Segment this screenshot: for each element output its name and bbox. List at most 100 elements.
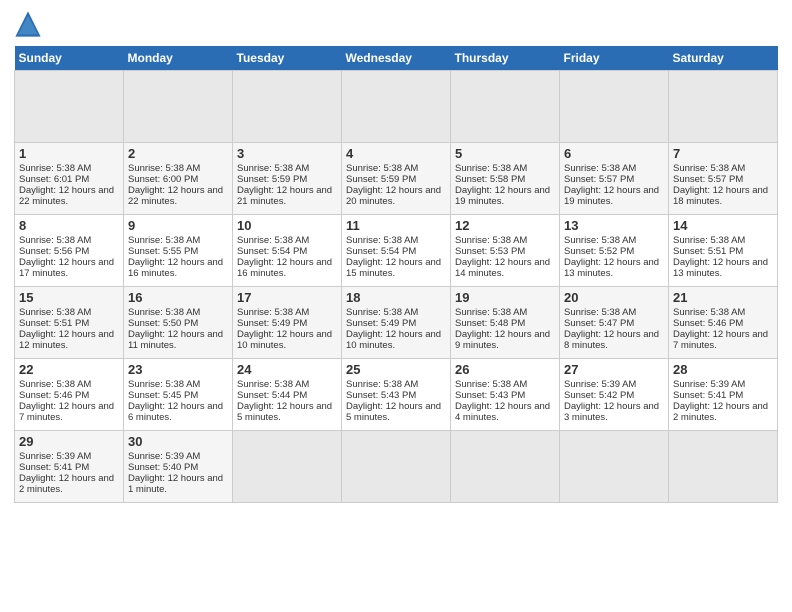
col-tuesday: Tuesday xyxy=(233,46,342,71)
day-number: 30 xyxy=(128,434,228,449)
day-number: 24 xyxy=(237,362,337,377)
calendar-cell: 2 Sunrise: 5:38 AM Sunset: 6:00 PM Dayli… xyxy=(124,143,233,215)
sunset-label: Sunset: 5:54 PM xyxy=(346,246,416,257)
sunrise-label: Sunrise: 5:38 AM xyxy=(128,379,200,390)
sunrise-label: Sunrise: 5:38 AM xyxy=(673,235,745,246)
daylight-label: Daylight: 12 hours and 22 minutes. xyxy=(128,185,223,207)
sunrise-label: Sunrise: 5:38 AM xyxy=(673,163,745,174)
sunset-label: Sunset: 5:46 PM xyxy=(19,390,89,401)
day-number: 18 xyxy=(346,290,446,305)
daylight-label: Daylight: 12 hours and 11 minutes. xyxy=(128,329,223,351)
calendar-cell: 12 Sunrise: 5:38 AM Sunset: 5:53 PM Dayl… xyxy=(451,215,560,287)
calendar-cell xyxy=(669,431,778,503)
calendar-week-row: 29 Sunrise: 5:39 AM Sunset: 5:41 PM Dayl… xyxy=(15,431,778,503)
day-number: 14 xyxy=(673,218,773,233)
day-number: 9 xyxy=(128,218,228,233)
calendar-cell: 26 Sunrise: 5:38 AM Sunset: 5:43 PM Dayl… xyxy=(451,359,560,431)
calendar-week-row: 15 Sunrise: 5:38 AM Sunset: 5:51 PM Dayl… xyxy=(15,287,778,359)
sunset-label: Sunset: 5:40 PM xyxy=(128,462,198,473)
daylight-label: Daylight: 12 hours and 18 minutes. xyxy=(673,185,768,207)
day-number: 15 xyxy=(19,290,119,305)
daylight-label: Daylight: 12 hours and 3 minutes. xyxy=(564,401,659,423)
calendar-cell: 28 Sunrise: 5:39 AM Sunset: 5:41 PM Dayl… xyxy=(669,359,778,431)
calendar-cell xyxy=(560,431,669,503)
sunset-label: Sunset: 5:57 PM xyxy=(564,174,634,185)
calendar-cell: 5 Sunrise: 5:38 AM Sunset: 5:58 PM Dayli… xyxy=(451,143,560,215)
sunrise-label: Sunrise: 5:38 AM xyxy=(237,163,309,174)
col-wednesday: Wednesday xyxy=(342,46,451,71)
day-number: 29 xyxy=(19,434,119,449)
calendar-cell xyxy=(560,71,669,143)
calendar-cell xyxy=(342,71,451,143)
sunrise-label: Sunrise: 5:38 AM xyxy=(564,307,636,318)
sunset-label: Sunset: 5:51 PM xyxy=(673,246,743,257)
calendar-cell xyxy=(233,431,342,503)
daylight-label: Daylight: 12 hours and 10 minutes. xyxy=(346,329,441,351)
day-number: 1 xyxy=(19,146,119,161)
day-number: 20 xyxy=(564,290,664,305)
calendar-cell xyxy=(233,71,342,143)
calendar-cell: 20 Sunrise: 5:38 AM Sunset: 5:47 PM Dayl… xyxy=(560,287,669,359)
sunset-label: Sunset: 5:51 PM xyxy=(19,318,89,329)
page-container: Sunday Monday Tuesday Wednesday Thursday… xyxy=(0,0,792,513)
daylight-label: Daylight: 12 hours and 2 minutes. xyxy=(673,401,768,423)
sunrise-label: Sunrise: 5:38 AM xyxy=(564,163,636,174)
calendar-cell: 13 Sunrise: 5:38 AM Sunset: 5:52 PM Dayl… xyxy=(560,215,669,287)
day-number: 3 xyxy=(237,146,337,161)
calendar-cell: 8 Sunrise: 5:38 AM Sunset: 5:56 PM Dayli… xyxy=(15,215,124,287)
calendar-cell: 30 Sunrise: 5:39 AM Sunset: 5:40 PM Dayl… xyxy=(124,431,233,503)
daylight-label: Daylight: 12 hours and 4 minutes. xyxy=(455,401,550,423)
day-number: 22 xyxy=(19,362,119,377)
day-number: 23 xyxy=(128,362,228,377)
sunrise-label: Sunrise: 5:38 AM xyxy=(128,235,200,246)
logo-icon xyxy=(14,10,42,38)
sunset-label: Sunset: 6:00 PM xyxy=(128,174,198,185)
daylight-label: Daylight: 12 hours and 8 minutes. xyxy=(564,329,659,351)
sunset-label: Sunset: 5:58 PM xyxy=(455,174,525,185)
calendar-week-row xyxy=(15,71,778,143)
calendar-week-row: 1 Sunrise: 5:38 AM Sunset: 6:01 PM Dayli… xyxy=(15,143,778,215)
day-number: 4 xyxy=(346,146,446,161)
day-number: 19 xyxy=(455,290,555,305)
calendar-cell: 27 Sunrise: 5:39 AM Sunset: 5:42 PM Dayl… xyxy=(560,359,669,431)
sunset-label: Sunset: 5:41 PM xyxy=(673,390,743,401)
day-number: 2 xyxy=(128,146,228,161)
daylight-label: Daylight: 12 hours and 10 minutes. xyxy=(237,329,332,351)
calendar-cell: 22 Sunrise: 5:38 AM Sunset: 5:46 PM Dayl… xyxy=(15,359,124,431)
daylight-label: Daylight: 12 hours and 19 minutes. xyxy=(455,185,550,207)
col-monday: Monday xyxy=(124,46,233,71)
daylight-label: Daylight: 12 hours and 22 minutes. xyxy=(19,185,114,207)
sunset-label: Sunset: 5:46 PM xyxy=(673,318,743,329)
calendar-cell: 25 Sunrise: 5:38 AM Sunset: 5:43 PM Dayl… xyxy=(342,359,451,431)
daylight-label: Daylight: 12 hours and 21 minutes. xyxy=(237,185,332,207)
daylight-label: Daylight: 12 hours and 15 minutes. xyxy=(346,257,441,279)
sunrise-label: Sunrise: 5:38 AM xyxy=(564,235,636,246)
daylight-label: Daylight: 12 hours and 16 minutes. xyxy=(128,257,223,279)
calendar-cell xyxy=(15,71,124,143)
daylight-label: Daylight: 12 hours and 12 minutes. xyxy=(19,329,114,351)
sunset-label: Sunset: 5:49 PM xyxy=(346,318,416,329)
sunrise-label: Sunrise: 5:38 AM xyxy=(455,163,527,174)
sunrise-label: Sunrise: 5:39 AM xyxy=(19,451,91,462)
day-number: 28 xyxy=(673,362,773,377)
calendar-cell: 6 Sunrise: 5:38 AM Sunset: 5:57 PM Dayli… xyxy=(560,143,669,215)
day-number: 7 xyxy=(673,146,773,161)
sunrise-label: Sunrise: 5:39 AM xyxy=(564,379,636,390)
sunrise-label: Sunrise: 5:38 AM xyxy=(346,235,418,246)
calendar-cell: 18 Sunrise: 5:38 AM Sunset: 5:49 PM Dayl… xyxy=(342,287,451,359)
day-number: 12 xyxy=(455,218,555,233)
daylight-label: Daylight: 12 hours and 17 minutes. xyxy=(19,257,114,279)
daylight-label: Daylight: 12 hours and 7 minutes. xyxy=(673,329,768,351)
sunset-label: Sunset: 5:42 PM xyxy=(564,390,634,401)
day-number: 11 xyxy=(346,218,446,233)
sunset-label: Sunset: 5:41 PM xyxy=(19,462,89,473)
daylight-label: Daylight: 12 hours and 2 minutes. xyxy=(19,473,114,495)
calendar-week-row: 8 Sunrise: 5:38 AM Sunset: 5:56 PM Dayli… xyxy=(15,215,778,287)
calendar-table: Sunday Monday Tuesday Wednesday Thursday… xyxy=(14,46,778,503)
daylight-label: Daylight: 12 hours and 19 minutes. xyxy=(564,185,659,207)
calendar-cell xyxy=(342,431,451,503)
calendar-cell: 9 Sunrise: 5:38 AM Sunset: 5:55 PM Dayli… xyxy=(124,215,233,287)
calendar-cell: 14 Sunrise: 5:38 AM Sunset: 5:51 PM Dayl… xyxy=(669,215,778,287)
calendar-cell xyxy=(124,71,233,143)
calendar-cell: 1 Sunrise: 5:38 AM Sunset: 6:01 PM Dayli… xyxy=(15,143,124,215)
